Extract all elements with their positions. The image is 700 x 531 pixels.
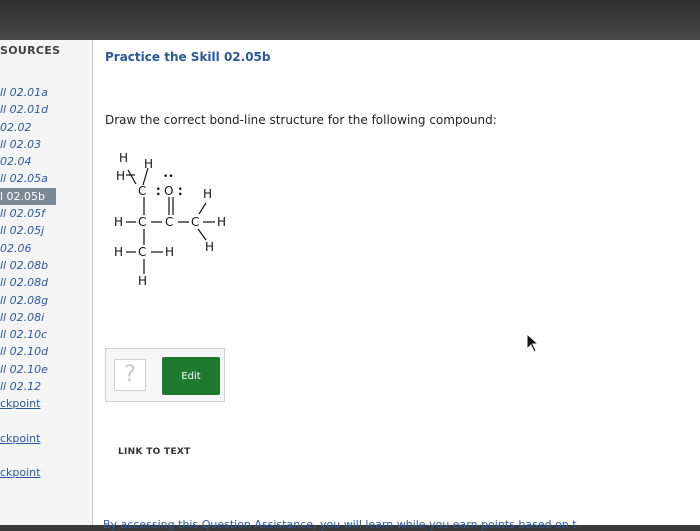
sidebar-item[interactable]: ll 02.08i (0, 309, 92, 326)
atom-h: H (119, 151, 128, 165)
sidebar-item[interactable]: ll 02.08g (0, 292, 92, 309)
atom-h: H (116, 169, 125, 183)
atom-c: C (138, 184, 146, 198)
atom-c: C (138, 215, 146, 229)
sidebar-item[interactable]: ll 02.08b (0, 257, 92, 274)
sidebar-item[interactable]: ll 02.10d (0, 343, 92, 360)
sidebar-item[interactable]: ll 02.08d (0, 274, 92, 291)
atom-o: O (164, 184, 173, 198)
browser-top-bar (0, 0, 700, 40)
atom-h: H (138, 274, 147, 288)
sidebar-header: SOURCES (0, 44, 61, 57)
sidebar-item[interactable]: 02.06 (0, 240, 92, 257)
edit-button[interactable]: Edit (162, 357, 220, 395)
sidebar-item[interactable]: ll 02.12 (0, 378, 92, 395)
lone-pair: •• (163, 172, 174, 182)
atom-h: H (217, 215, 226, 229)
sidebar-list: ll 02.01a ll 02.01d 02.02 ll 02.03 02.04 ll 0… (0, 84, 92, 481)
atom-h: H (144, 157, 153, 171)
resources-sidebar: SOURCES ll 02.01a ll 02.01d 02.02 ll 02.03 0… (0, 40, 93, 525)
sidebar-item[interactable]: ll 02.01a (0, 84, 92, 101)
sidebar-item[interactable]: ll 02.10c (0, 326, 92, 343)
sidebar-item[interactable]: l 02.05b (0, 187, 56, 206)
sidebar-item[interactable]: ll 02.05a (0, 170, 92, 187)
lone-pair: •• (174, 186, 184, 197)
lewis-structure: H H H C O •• •• •• H H C C C H H H C H H (114, 151, 226, 288)
sidebar-item[interactable]: 02.02 (0, 119, 92, 136)
sidebar-checkpoint-link[interactable]: ckpoint (0, 464, 92, 481)
sidebar-item[interactable]: ll 02.05j (0, 222, 92, 239)
sidebar-checkpoint-link[interactable]: ckpoint (0, 430, 92, 447)
main-panel: Practice the Skill 02.05b Draw the corre… (93, 40, 700, 531)
atom-h: H (165, 245, 174, 259)
sidebar-checkpoint-link[interactable]: ckpoint (0, 395, 92, 412)
atom-c: C (165, 215, 173, 229)
atom-h: H (114, 215, 123, 229)
atom-h: H (203, 187, 212, 201)
link-to-text[interactable]: LINK TO TEXT (118, 447, 191, 457)
mouse-cursor-icon (526, 333, 540, 353)
atom-h: H (205, 240, 214, 254)
sidebar-item[interactable]: ll 02.01d (0, 101, 92, 118)
sidebar-item[interactable]: 02.04 (0, 153, 92, 170)
answer-widget: ? Edit (105, 348, 225, 402)
sidebar-item[interactable]: ll 02.03 (0, 136, 92, 153)
lone-pair: •• (152, 186, 162, 197)
drawing-placeholder[interactable]: ? (114, 359, 146, 391)
sidebar-item[interactable]: ll 02.05f (0, 205, 92, 222)
atom-c: C (138, 245, 146, 259)
atom-h: H (114, 245, 123, 259)
sidebar-item[interactable]: ll 02.10e (0, 361, 92, 378)
atom-c: C (191, 215, 199, 229)
